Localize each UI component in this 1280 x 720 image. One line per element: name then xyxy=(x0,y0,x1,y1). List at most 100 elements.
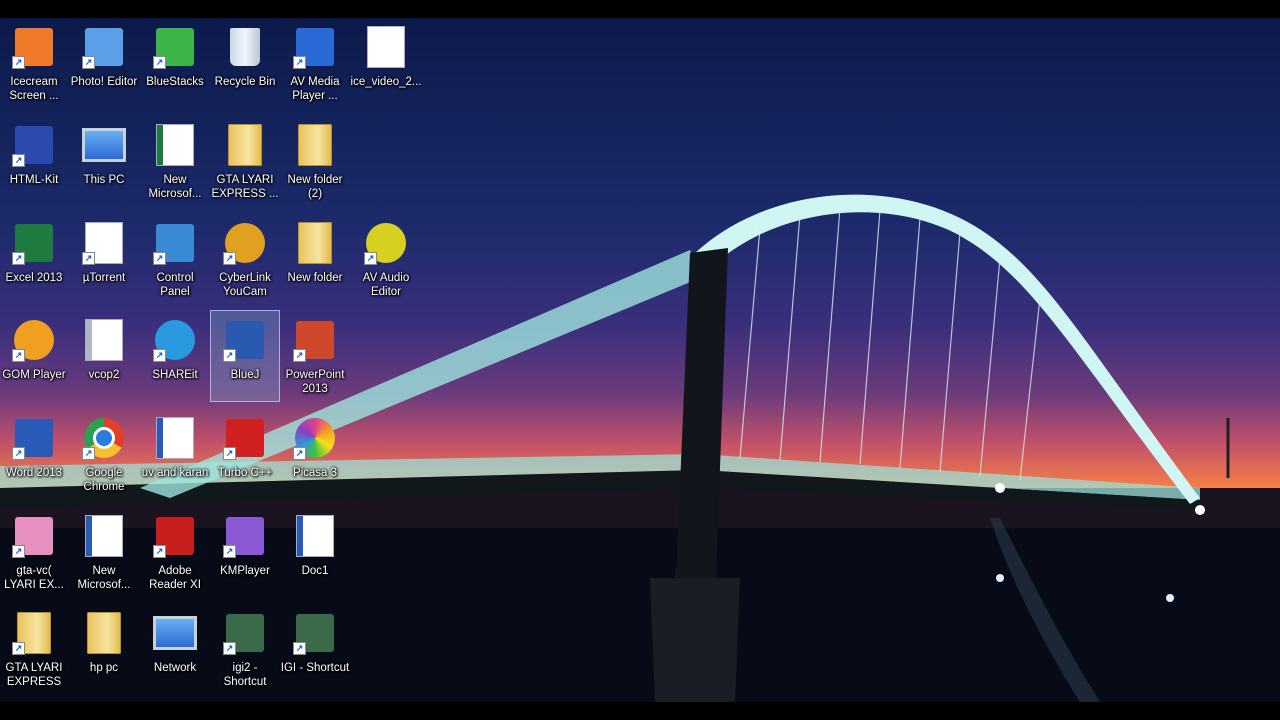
shortcut-arrow-icon: ↗ xyxy=(293,349,306,362)
shortcut-arrow-icon: ↗ xyxy=(12,447,25,460)
powerpoint-icon: ↗ xyxy=(292,317,338,363)
desktop-icon[interactable]: ↗ Icecream Screen ... xyxy=(0,18,68,108)
desktop-icon[interactable]: New folder xyxy=(281,214,349,304)
desktop-icon-label: New Microsof... xyxy=(148,174,202,200)
adobe-reader-icon: ↗ xyxy=(152,513,198,559)
desktop-icon-label: hp pc xyxy=(89,662,119,674)
desktop-icon[interactable]: ↗ AV Media Player ... xyxy=(281,18,349,108)
shortcut-arrow-icon: ↗ xyxy=(293,642,306,655)
bluej-icon: ↗ xyxy=(222,317,268,363)
desktop-icon[interactable]: ↗ IGI - Shortcut xyxy=(281,604,349,694)
word-file-icon xyxy=(81,513,127,559)
desktop-icon[interactable]: ↗ SHAREit xyxy=(141,311,209,401)
desktop-icon[interactable]: ↗ Adobe Reader XI xyxy=(141,507,209,597)
desktop-icon-label: SHAREit xyxy=(152,369,198,381)
kmplayer-icon: ↗ xyxy=(222,513,268,559)
shortcut-arrow-icon: ↗ xyxy=(153,545,166,558)
shortcut-arrow-icon: ↗ xyxy=(293,447,306,460)
shortcut-arrow-icon: ↗ xyxy=(12,56,25,69)
desktop-icon[interactable]: ↗ KMPlayer xyxy=(211,507,279,597)
shortcut-arrow-icon: ↗ xyxy=(12,154,25,167)
desktop-icon-label: uv and karan xyxy=(141,467,209,479)
gta-vc-icon: ↗ xyxy=(11,513,57,559)
desktop-icon[interactable]: uv and karan xyxy=(141,409,209,499)
desktop-icon[interactable]: ↗ BlueJ xyxy=(210,310,280,402)
desktop-icon-label: Photo! Editor xyxy=(70,76,138,88)
desktop-icon-label: ice_video_2... xyxy=(350,76,422,88)
desktop-icon[interactable]: vcop2 xyxy=(70,311,138,401)
desktop-icon[interactable]: Recycle Bin xyxy=(211,18,279,108)
desktop-icon-area[interactable]: ↗ Icecream Screen ... ↗ Photo! Editor ↗ BlueS… xyxy=(0,18,1280,702)
desktop-icon[interactable]: ↗ CyberLink YouCam xyxy=(211,214,279,304)
cyberlink-youcam-icon: ↗ xyxy=(222,220,268,266)
desktop-icon[interactable]: GTA LYARI EXPRESS ... xyxy=(211,116,279,206)
desktop-icon[interactable]: Network xyxy=(141,604,209,694)
bluestacks-icon: ↗ xyxy=(152,24,198,70)
this-pc-icon xyxy=(81,122,127,168)
shortcut-arrow-icon: ↗ xyxy=(153,252,166,265)
word-file-icon xyxy=(292,513,338,559)
desktop-icon[interactable]: hp pc xyxy=(70,604,138,694)
igi-icon: ↗ xyxy=(292,610,338,656)
desktop-icon[interactable]: ↗ Control Panel xyxy=(141,214,209,304)
video-file-icon xyxy=(363,24,409,70)
desktop-icon-label: HTML-Kit xyxy=(9,174,59,186)
desktop-icon[interactable]: ↗ BlueStacks xyxy=(141,18,209,108)
shortcut-arrow-icon: ↗ xyxy=(153,56,166,69)
desktop-icon[interactable]: ↗ Picasa 3 xyxy=(281,409,349,499)
shortcut-arrow-icon: ↗ xyxy=(82,252,95,265)
desktop-icon[interactable]: ↗ Turbo C++ xyxy=(211,409,279,499)
desktop-icon-label: BlueStacks xyxy=(146,76,204,88)
av-audio-editor-icon: ↗ xyxy=(363,220,409,266)
shortcut-arrow-icon: ↗ xyxy=(12,642,25,655)
shortcut-arrow-icon: ↗ xyxy=(153,349,166,362)
desktop-icon-label: gta-vc( LYARI EX... xyxy=(4,565,64,591)
excel-file-icon xyxy=(152,122,198,168)
shortcut-arrow-icon: ↗ xyxy=(82,56,95,69)
desktop-icon-label: BlueJ xyxy=(230,369,260,381)
folder-icon xyxy=(292,220,338,266)
user-folder-icon xyxy=(81,610,127,656)
desktop-icon[interactable]: ↗ HTML-Kit xyxy=(0,116,68,206)
desktop-icon[interactable]: New Microsof... xyxy=(70,507,138,597)
desktop-icon[interactable]: New Microsof... xyxy=(141,116,209,206)
desktop-icon[interactable]: ↗ Photo! Editor xyxy=(70,18,138,108)
desktop-icon[interactable]: Doc1 xyxy=(281,507,349,597)
desktop-icon-label: GTA LYARI EXPRESS ... xyxy=(211,174,279,200)
desktop-icon[interactable]: ↗ PowerPoint 2013 xyxy=(281,311,349,401)
shareit-icon: ↗ xyxy=(152,317,198,363)
icecream-recorder-icon: ↗ xyxy=(11,24,57,70)
shortcut-arrow-icon: ↗ xyxy=(223,545,236,558)
desktop-icon-label: AV Media Player ... xyxy=(290,76,340,102)
folder-icon xyxy=(222,122,268,168)
desktop-icon[interactable]: ↗ GTA LYARI EXPRESS xyxy=(0,604,68,694)
shortcut-arrow-icon: ↗ xyxy=(12,349,25,362)
desktop-icon[interactable]: ↗ gta-vc( LYARI EX... xyxy=(0,507,68,597)
gom-player-icon: ↗ xyxy=(11,317,57,363)
desktop-icon[interactable]: ↗ igi2 - Shortcut xyxy=(211,604,279,694)
desktop-icon-label: PowerPoint 2013 xyxy=(285,369,345,395)
shortcut-arrow-icon: ↗ xyxy=(223,642,236,655)
shortcut-arrow-icon: ↗ xyxy=(223,252,236,265)
shortcut-arrow-icon: ↗ xyxy=(293,56,306,69)
desktop-icon[interactable]: ice_video_2... xyxy=(350,18,422,108)
desktop-icon[interactable]: ↗ Word 2013 xyxy=(0,409,68,499)
settings-file-icon xyxy=(81,317,127,363)
desktop-icon-label: GTA LYARI EXPRESS xyxy=(5,662,63,688)
desktop-icon[interactable]: ↗ Excel 2013 xyxy=(0,214,68,304)
desktop-icon[interactable]: ↗ AV Audio Editor xyxy=(352,214,420,304)
desktop-icon[interactable]: ↗ µTorrent xyxy=(70,214,138,304)
desktop-icon[interactable]: This PC xyxy=(70,116,138,206)
desktop-icon[interactable]: ↗ GOM Player xyxy=(0,311,68,401)
desktop-icon-label: New folder xyxy=(287,272,343,284)
shortcut-arrow-icon: ↗ xyxy=(82,447,95,460)
excel-icon: ↗ xyxy=(11,220,57,266)
network-icon xyxy=(152,610,198,656)
folder-icon: ↗ xyxy=(11,610,57,656)
desktop-icon[interactable]: New folder (2) xyxy=(281,116,349,206)
chrome-icon: ↗ xyxy=(81,415,127,461)
desktop-icon-label: Adobe Reader XI xyxy=(149,565,201,591)
desktop-icon-label: Word 2013 xyxy=(5,467,63,479)
word-file-icon xyxy=(152,415,198,461)
desktop-icon[interactable]: ↗ Google Chrome xyxy=(70,409,138,499)
